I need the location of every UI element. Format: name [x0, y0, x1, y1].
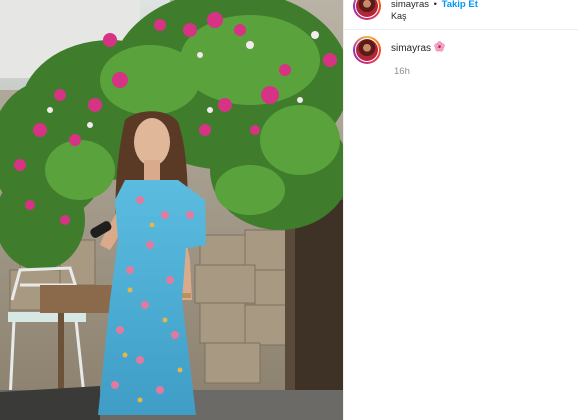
- header-title-line: simayras • Takip Et: [391, 0, 478, 11]
- follow-button[interactable]: Takip Et: [442, 0, 478, 10]
- caption-username[interactable]: simayras: [391, 43, 431, 54]
- caption-line: simayras: [391, 41, 445, 55]
- post-image: [0, 0, 343, 420]
- post-photo[interactable]: [0, 0, 343, 420]
- post-side-panel: simayras • Takip Et Kaş simayras 16h: [343, 0, 578, 420]
- post-timestamp[interactable]: 16h: [394, 66, 410, 78]
- separator-dot: •: [433, 0, 437, 10]
- author-username[interactable]: simayras: [391, 0, 429, 10]
- location-link[interactable]: Kaş: [391, 11, 407, 22]
- cherry-blossom-icon: [434, 41, 445, 52]
- post-header: simayras • Takip Et Kaş: [344, 0, 578, 30]
- caption-author-avatar[interactable]: [353, 36, 381, 64]
- author-avatar[interactable]: [353, 0, 381, 20]
